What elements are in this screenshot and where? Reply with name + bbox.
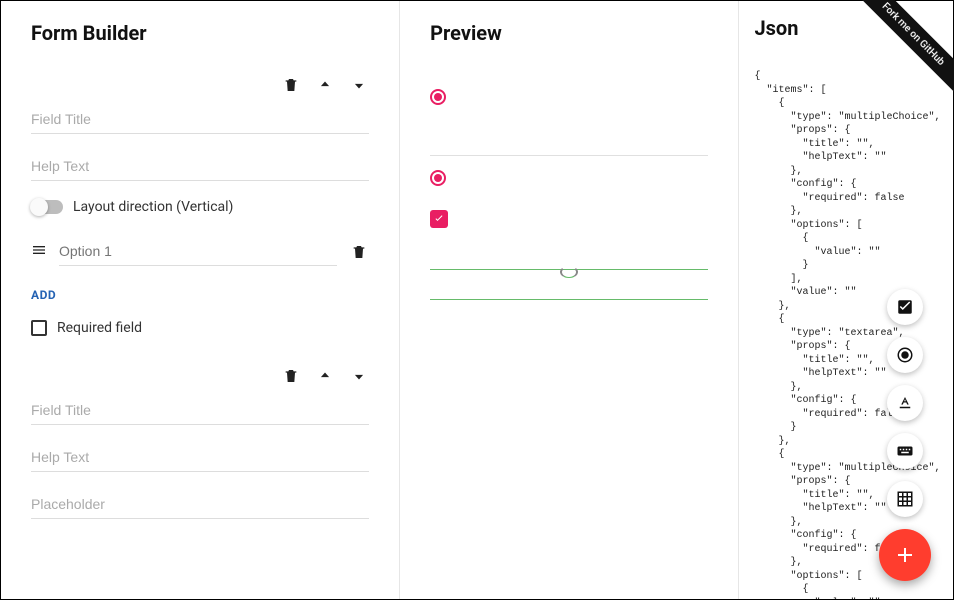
loading-spinner-icon (560, 266, 578, 278)
radio-option-icon[interactable] (430, 89, 446, 105)
form-builder-panel: Form Builder Lay (1, 1, 400, 599)
builder-card-2 (31, 366, 369, 519)
help-text-input[interactable] (31, 443, 369, 472)
preview-checkbox (430, 200, 708, 238)
move-up-icon[interactable] (315, 75, 335, 95)
field-title-input[interactable] (31, 396, 369, 425)
option-1-input[interactable] (59, 237, 337, 266)
help-text-input[interactable] (31, 152, 369, 181)
required-field-checkbox[interactable] (31, 320, 47, 336)
add-keyboard-field-button[interactable] (887, 433, 923, 469)
layout-direction-toggle[interactable] (31, 200, 63, 214)
preview-panel: Preview (400, 1, 739, 599)
delete-icon[interactable] (281, 75, 301, 95)
move-down-icon[interactable] (349, 366, 369, 386)
builder-card-1: Layout direction (Vertical) ADD Required… (31, 75, 369, 336)
add-grid-field-button[interactable] (887, 481, 923, 517)
delete-option-icon[interactable] (349, 242, 369, 262)
add-checkbox-field-button[interactable] (887, 289, 923, 325)
card-1-actions (31, 75, 369, 95)
add-radio-field-button[interactable] (887, 337, 923, 373)
preview-multiple-choice-1 (430, 75, 708, 156)
card-2-actions (31, 366, 369, 386)
layout-direction-label: Layout direction (Vertical) (73, 199, 233, 215)
textarea-line (430, 288, 708, 300)
move-down-icon[interactable] (349, 75, 369, 95)
drag-handle-icon[interactable] (31, 242, 47, 262)
preview-title: Preview (430, 21, 708, 45)
move-up-icon[interactable] (315, 366, 335, 386)
checkbox-checked-icon[interactable] (430, 210, 448, 228)
delete-icon[interactable] (281, 366, 301, 386)
preview-textarea (430, 258, 708, 300)
field-title-input[interactable] (31, 105, 369, 134)
builder-title: Form Builder (31, 21, 369, 45)
required-field-label: Required field (57, 320, 142, 336)
preview-multiple-choice-2 (430, 156, 708, 200)
fab-speed-dial (879, 289, 931, 581)
radio-option-icon[interactable] (430, 170, 446, 186)
placeholder-input[interactable] (31, 490, 369, 519)
add-option-button[interactable]: ADD (31, 288, 56, 302)
option-row-1 (31, 237, 369, 266)
add-field-fab[interactable] (879, 529, 931, 581)
add-text-field-button[interactable] (887, 385, 923, 421)
